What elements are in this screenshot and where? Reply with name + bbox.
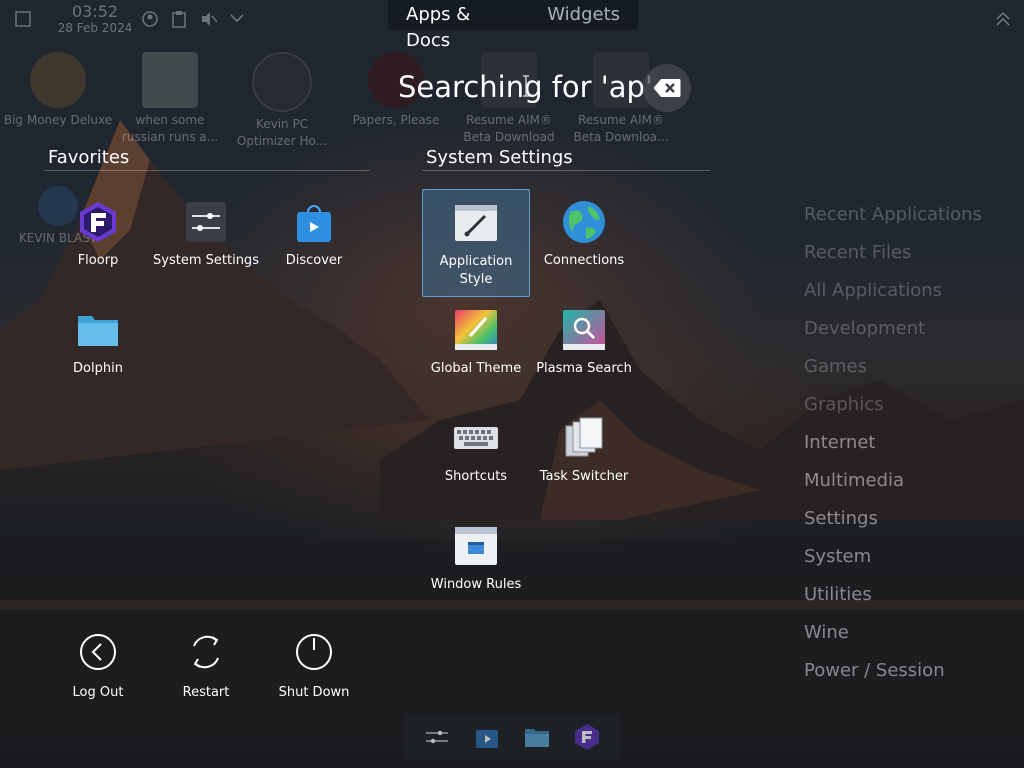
result-shortcuts[interactable]: Shortcuts [422, 404, 530, 512]
settings-sliders-icon[interactable] [422, 722, 452, 752]
shutdown-icon [296, 634, 332, 670]
category-games[interactable]: Games [804, 348, 982, 386]
show-desktop-icon[interactable] [14, 10, 32, 28]
desktop-icon-label: Big Money Deluxe [3, 113, 113, 127]
clock-date: 28 Feb 2024 [57, 21, 133, 35]
chevron-down-icon[interactable] [229, 10, 245, 26]
result-window-rules[interactable]: Window Rules [422, 512, 530, 620]
user-icon[interactable] [141, 10, 159, 28]
tile-label: Application Style [439, 254, 513, 287]
settings-sliders-icon [186, 202, 226, 242]
theme-palette-icon [455, 310, 497, 350]
folder-icon[interactable] [522, 722, 552, 752]
system-settings-divider [422, 170, 710, 171]
shutdown-button[interactable]: Shut Down [260, 632, 368, 702]
category-wine[interactable]: Wine [804, 614, 982, 652]
tile-label: Global Theme [430, 361, 522, 376]
brush-window-icon [455, 205, 497, 241]
floorp-icon [80, 202, 116, 242]
video-icon [142, 52, 198, 108]
category-all-applications[interactable]: All Applications [804, 272, 982, 310]
restart-button[interactable]: Restart [152, 632, 260, 702]
result-global-theme[interactable]: Global Theme [422, 296, 530, 404]
desktop-icon: when some russian runs a... [114, 52, 226, 146]
tile-label: Shortcuts [444, 469, 508, 484]
result-connections[interactable]: Connections [530, 188, 638, 296]
tile-label: Dolphin [73, 361, 123, 376]
category-utilities[interactable]: Utilities [804, 576, 982, 614]
favorite-discover[interactable]: Discover [260, 188, 368, 296]
tab-apps-docs[interactable]: Apps & Docs [388, 0, 529, 51]
favorites-title: Favorites [48, 147, 130, 168]
tile-label: Plasma Search [536, 361, 632, 376]
power-label: Log Out [72, 685, 124, 700]
magnifier-icon [563, 310, 605, 350]
keyboard-icon [454, 427, 498, 449]
tile-label: Window Rules [430, 577, 522, 592]
globe-icon [563, 201, 605, 243]
logout-icon [80, 634, 116, 670]
task-dock [404, 714, 620, 760]
desktop-icon-label: Resume AIM® Beta Downloa... [573, 113, 669, 144]
tile-label: System Settings [153, 253, 259, 268]
result-task-switcher[interactable]: Task Switcher [530, 404, 638, 512]
top-bar: 03:52 28 Feb 2024 Apps & Docs Widgets [0, 0, 1024, 51]
power-label: Shut Down [278, 685, 350, 700]
tile-label: Discover [285, 253, 343, 268]
window-icon [455, 527, 497, 565]
category-recent-applications[interactable]: Recent Applications [804, 196, 982, 234]
category-multimedia[interactable]: Multimedia [804, 462, 982, 500]
stacked-windows-icon [565, 417, 603, 457]
shopping-bag-icon [297, 205, 331, 242]
category-power-session[interactable]: Power / Session [804, 652, 982, 690]
dollar-bag-icon [30, 52, 86, 108]
category-graphics[interactable]: Graphics [804, 386, 982, 424]
folder-icon [78, 316, 118, 346]
desktop-icon-label: Kevin PC Optimizer Ho... [236, 117, 328, 148]
category-internet[interactable]: Internet [804, 424, 982, 462]
desktop-icon-label: Resume AIM® Beta Download [463, 113, 555, 144]
power-label: Restart [182, 685, 230, 700]
text-cursor-icon [523, 75, 529, 97]
system-settings-title: System Settings [426, 147, 573, 168]
favorites-divider [44, 170, 370, 171]
favorite-dolphin[interactable]: Dolphin [44, 296, 152, 404]
tab-widgets[interactable]: Widgets [529, 0, 638, 30]
category-settings[interactable]: Settings [804, 500, 982, 538]
gauge-icon [252, 52, 312, 112]
result-application-style[interactable]: Application Style [422, 189, 530, 297]
volume-muted-icon[interactable] [200, 10, 218, 28]
clock[interactable]: 03:52 28 Feb 2024 [50, 2, 140, 36]
result-plasma-search[interactable]: Plasma Search [530, 296, 638, 404]
desktop-icon: Big Money Deluxe [2, 52, 114, 129]
tab-bar: Apps & Docs Widgets [388, 0, 638, 51]
clock-time: 03:52 [71, 2, 119, 21]
backspace-icon [653, 79, 681, 97]
desktop-icon: Kevin PC Optimizer Ho... [226, 52, 338, 150]
desktop-icon-label: Papers, Please [352, 113, 440, 127]
tile-label: Connections [543, 253, 625, 268]
category-list: Recent Applications Recent Files All App… [804, 196, 982, 690]
category-development[interactable]: Development [804, 310, 982, 348]
desktop-icon-label: when some russian runs a... [121, 113, 219, 144]
clear-search-button[interactable] [643, 64, 691, 112]
favorite-system-settings[interactable]: System Settings [152, 188, 260, 296]
restart-icon [193, 635, 219, 669]
favorite-floorp[interactable]: Floorp [44, 188, 152, 296]
floorp-icon[interactable] [572, 722, 602, 752]
shopping-bag-icon[interactable] [472, 722, 502, 752]
tile-label: Floorp [77, 253, 119, 268]
category-recent-files[interactable]: Recent Files [804, 234, 982, 272]
logout-button[interactable]: Log Out [44, 632, 152, 702]
category-system[interactable]: System [804, 538, 982, 576]
expand-corner-icon[interactable] [994, 10, 1012, 28]
clipboard-icon[interactable] [170, 10, 188, 28]
tile-label: Task Switcher [539, 469, 629, 484]
